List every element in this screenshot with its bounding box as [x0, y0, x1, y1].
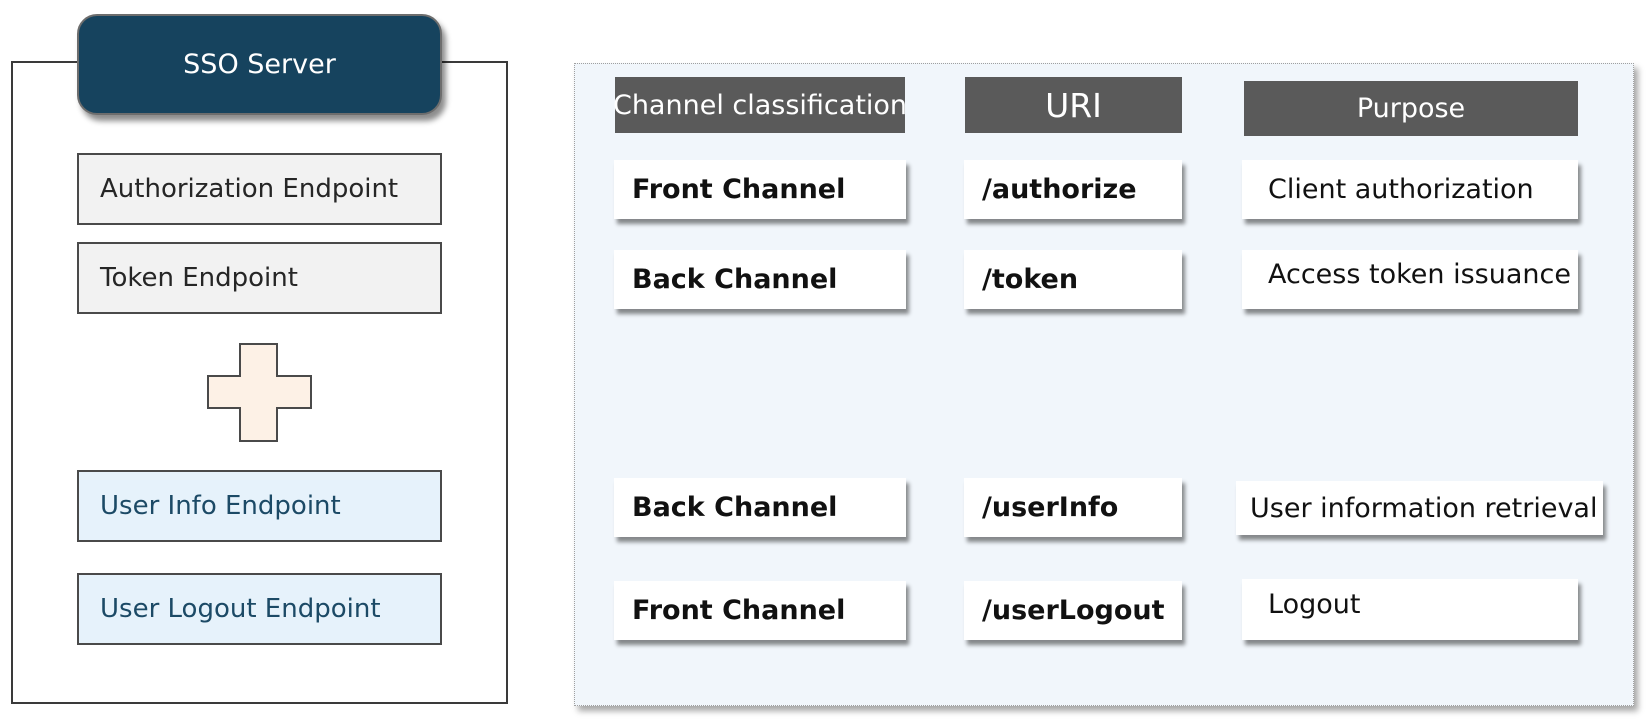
table-row-1-channel: Front Channel	[614, 160, 906, 219]
table-row-4-channel: Front Channel	[614, 581, 906, 640]
token-endpoint-box: Token Endpoint	[77, 242, 442, 314]
table-row-1-uri: /authorize	[964, 160, 1182, 219]
table-row-1-purpose: Client authorization	[1242, 160, 1578, 219]
table-row-4-purpose: Logout	[1242, 579, 1578, 640]
table-row-2-channel: Back Channel	[614, 250, 906, 309]
plus-icon	[207, 343, 312, 442]
table-row-2-purpose: Access token issuance	[1242, 250, 1578, 309]
authorization-endpoint-box: Authorization Endpoint	[77, 153, 442, 225]
endpoint-label: Token Endpoint	[100, 263, 298, 293]
sso-server-title: SSO Server	[77, 14, 442, 115]
endpoint-label: User Logout Endpoint	[100, 594, 381, 624]
endpoint-label: Authorization Endpoint	[100, 174, 399, 204]
user-info-endpoint-box: User Info Endpoint	[77, 470, 442, 542]
table-row-3-purpose: User information retrieval	[1236, 481, 1603, 535]
table-row-2-uri: /token	[964, 250, 1182, 309]
user-logout-endpoint-box: User Logout Endpoint	[77, 573, 442, 645]
header-channel-classification: Channel classification	[613, 77, 907, 133]
table-row-3-uri: /userInfo	[964, 478, 1182, 537]
endpoint-label: User Info Endpoint	[100, 491, 341, 521]
header-uri: URI	[965, 77, 1182, 133]
header-purpose: Purpose	[1244, 81, 1578, 136]
table-row-4-uri: /userLogout	[964, 581, 1182, 640]
table-row-3-channel: Back Channel	[614, 478, 906, 537]
